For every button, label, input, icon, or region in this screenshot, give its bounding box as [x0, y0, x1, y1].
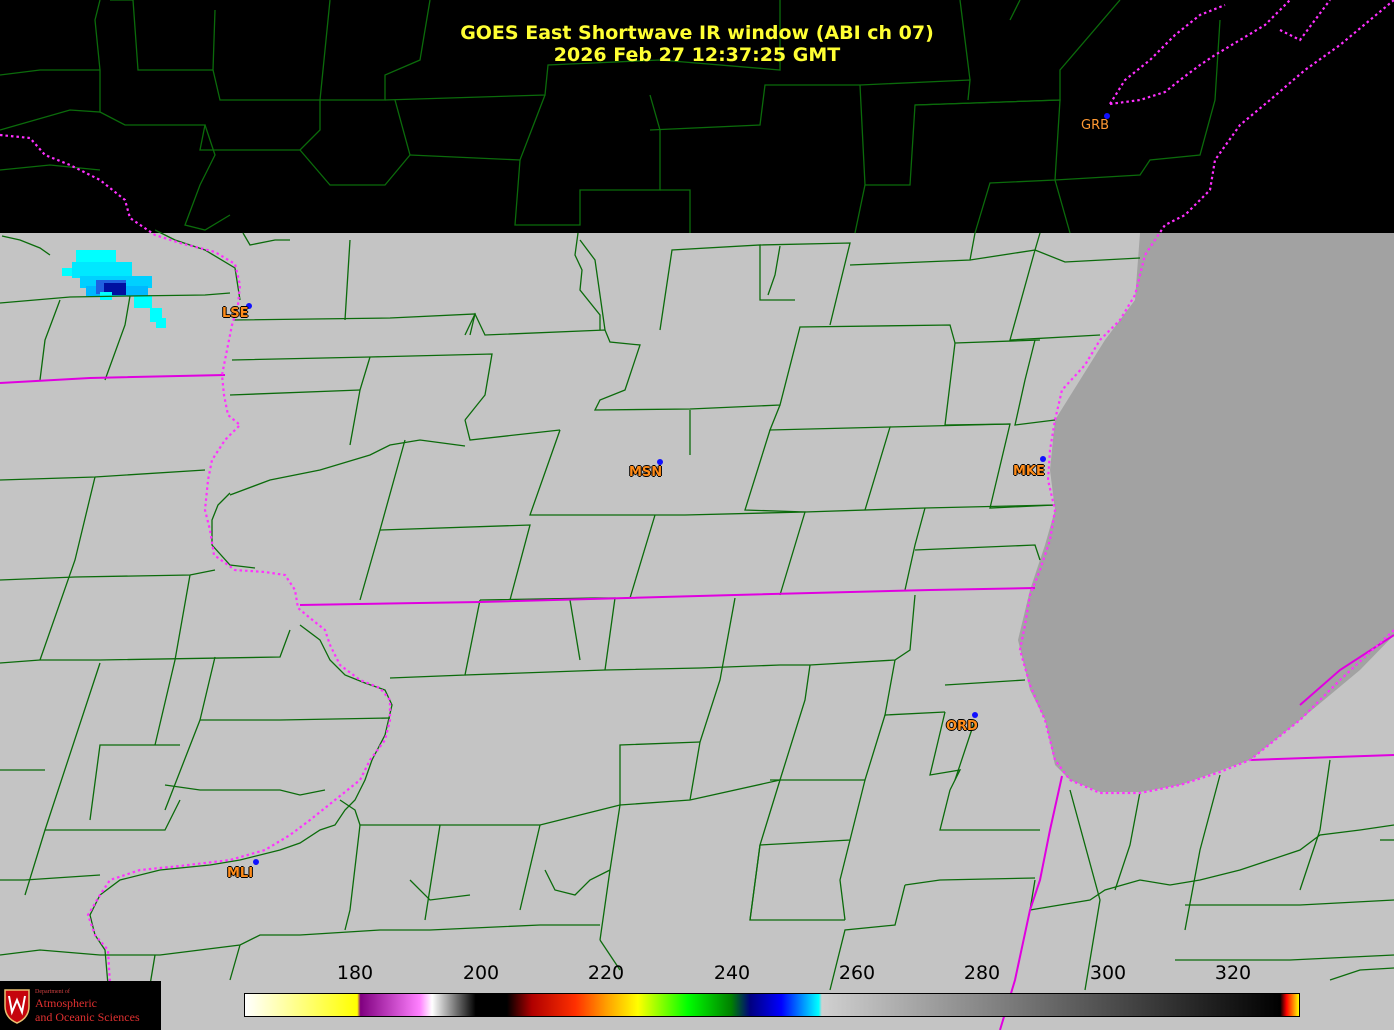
- station-label-lse: LSE: [222, 306, 249, 321]
- station-dot-ord: [972, 712, 978, 718]
- colorbar-tick: 320: [1214, 962, 1252, 984]
- colorbar-tick: 200: [462, 962, 500, 984]
- colorbar-tick: 240: [713, 962, 751, 984]
- uw-crest-icon: [4, 989, 30, 1024]
- map-timestamp: 2026 Feb 27 12:37:25 GMT: [553, 44, 841, 66]
- station-label-grb: GRB: [1081, 118, 1110, 133]
- map-title: GOES East Shortwave IR window (ABI ch 07…: [460, 22, 934, 44]
- logo-atmospheric: Atmospheric: [35, 996, 97, 1010]
- colorbar-tick: 180: [336, 962, 374, 984]
- station-label-mli: MLI: [227, 866, 254, 881]
- aos-logo: Department of Atmospheric and Oceanic Sc…: [0, 981, 161, 1030]
- satellite-map: [0, 0, 1394, 1030]
- colorbar-tick: 280: [963, 962, 1001, 984]
- station-label-ord: ORD: [946, 719, 978, 734]
- station-label-mke: MKE: [1013, 464, 1045, 479]
- colorbar-tick: 300: [1089, 962, 1127, 984]
- station-label-msn: MSN: [629, 465, 663, 480]
- colorbar-tick: 220: [587, 962, 625, 984]
- station-dot-mli: [253, 859, 259, 865]
- temperature-colorbar: [244, 993, 1300, 1017]
- logo-oceanic-sciences: and Oceanic Sciences: [35, 1010, 140, 1024]
- colorbar-tick: 260: [838, 962, 876, 984]
- station-dot-mke: [1040, 456, 1046, 462]
- logo-department: Department of: [35, 989, 70, 995]
